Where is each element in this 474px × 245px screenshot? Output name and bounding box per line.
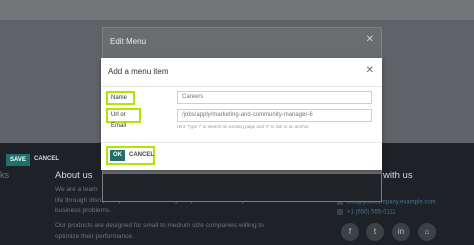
page-header-strip: [0, 0, 474, 20]
url-input[interactable]: /jobs/apply/marketing-and-community-mana…: [177, 109, 372, 122]
save-button[interactable]: SAVE: [6, 154, 30, 166]
url-hint: Hint: Type '/' to search an existing pag…: [177, 124, 310, 129]
phone-icon: [337, 209, 343, 215]
name-label: Name: [106, 91, 135, 105]
name-input[interactable]: Careers: [177, 91, 372, 104]
footer-about-line: optimize their performance.: [55, 233, 134, 240]
dialog-header: Add a menu item ✕: [101, 58, 382, 87]
twitter-icon[interactable]: t: [366, 223, 384, 241]
footer-about-line: business problems.: [55, 207, 111, 214]
linkedin-icon[interactable]: in: [392, 223, 410, 241]
url-label: Url or Email: [106, 108, 141, 129]
cancel-button[interactable]: CANCEL: [129, 152, 154, 158]
footer-phone[interactable]: +1 (650) 555-0111: [337, 209, 396, 216]
add-menu-item-dialog: Add a menu item ✕ Name Careers Url or Em…: [101, 58, 382, 170]
close-icon[interactable]: ✕: [366, 65, 374, 76]
home-icon[interactable]: ⌂: [418, 223, 436, 241]
footer-connect-title: with us: [383, 170, 413, 181]
dialog-divider: [101, 142, 382, 143]
footer-about-line: Our products are designed for small to m…: [55, 222, 264, 229]
close-icon[interactable]: ✕: [366, 34, 374, 45]
footer-about-title: About us: [55, 170, 93, 181]
footer-about-line: We are a team: [55, 186, 98, 193]
footer-left-fragment: ks: [0, 170, 9, 180]
facebook-icon[interactable]: f: [341, 223, 359, 241]
ok-button[interactable]: OK: [110, 150, 125, 161]
edit-menu-title: Edit Menu: [110, 37, 147, 46]
edit-menu-footer: [103, 174, 381, 201]
dialog-title: Add a menu item: [108, 67, 169, 76]
edit-menu-cancel-button[interactable]: CANCEL: [34, 156, 59, 162]
